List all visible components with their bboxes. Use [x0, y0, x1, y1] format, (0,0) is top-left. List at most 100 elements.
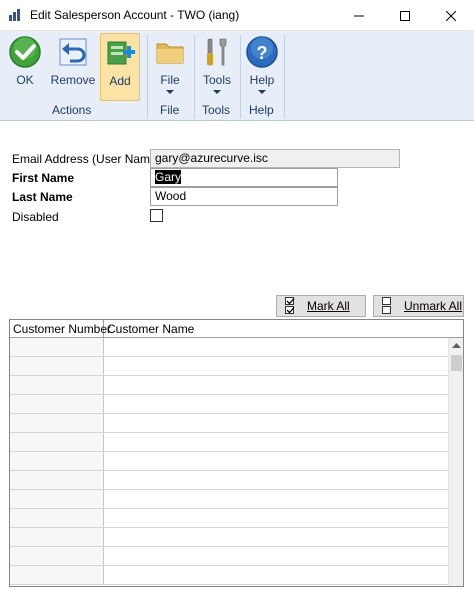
first-name-value: Gary	[155, 170, 182, 184]
table-row[interactable]	[10, 566, 448, 585]
vertical-scrollbar[interactable]	[448, 338, 463, 586]
cell-customer-name[interactable]	[104, 395, 448, 413]
cell-customer-name[interactable]	[104, 414, 448, 432]
table-row[interactable]	[10, 376, 448, 395]
mark-all-button[interactable]: Mark All	[276, 295, 366, 317]
cell-customer-number[interactable]	[10, 566, 104, 584]
cell-customer-name[interactable]	[104, 376, 448, 394]
tools-menu-button[interactable]: Tools	[196, 33, 238, 95]
email-field[interactable]: gary@azurecurve.isc	[150, 149, 400, 168]
close-button[interactable]	[428, 0, 474, 31]
cell-customer-number[interactable]	[10, 452, 104, 470]
chevron-down-icon	[258, 90, 266, 94]
folder-icon	[156, 43, 184, 64]
cell-customer-number[interactable]	[10, 357, 104, 375]
file-label: File	[160, 73, 180, 87]
cell-customer-number[interactable]	[10, 433, 104, 451]
minimize-icon	[354, 15, 364, 16]
last-name-label: Last Name	[12, 190, 73, 204]
cell-customer-number[interactable]	[10, 376, 104, 394]
scroll-up-button[interactable]	[449, 338, 463, 353]
checked-boxes-icon	[283, 297, 297, 315]
disabled-label: Disabled	[12, 210, 59, 224]
chevron-down-icon	[213, 90, 221, 94]
window-title: Edit Salesperson Account - TWO (iang)	[30, 8, 240, 22]
tools-icon	[207, 38, 227, 66]
group-label-help: Help	[249, 103, 274, 117]
column-header-customer-name[interactable]: Customer Name	[104, 320, 463, 338]
mark-all-label: Mark All	[307, 299, 350, 313]
group-separator	[240, 35, 241, 119]
minimize-button[interactable]	[336, 0, 382, 31]
cell-customer-number[interactable]	[10, 395, 104, 413]
table-row[interactable]	[10, 509, 448, 528]
ribbon: OK Remove Add File Tools ? Help Actions …	[0, 31, 474, 121]
title-bar: Edit Salesperson Account - TWO (iang)	[0, 0, 474, 31]
group-separator	[147, 35, 148, 119]
first-name-field[interactable]: Gary	[150, 168, 338, 187]
cell-customer-number[interactable]	[10, 547, 104, 565]
last-name-value: Wood	[155, 189, 187, 203]
cell-customer-name[interactable]	[104, 528, 448, 546]
first-name-label: First Name	[12, 171, 75, 185]
grid-header: Customer Number Customer Name	[10, 320, 463, 338]
cell-customer-name[interactable]	[104, 452, 448, 470]
cell-customer-name[interactable]	[104, 433, 448, 451]
account-form: Email Address (User Name) gary@azurecurv…	[0, 122, 474, 300]
cell-customer-number[interactable]	[10, 490, 104, 508]
customer-grid: Customer Number Customer Name	[9, 319, 464, 587]
cell-customer-number[interactable]	[10, 338, 104, 356]
unmark-all-button[interactable]: Unmark All	[373, 295, 464, 317]
add-button[interactable]: Add	[100, 33, 140, 101]
ok-label: OK	[16, 73, 34, 87]
remove-button[interactable]: Remove	[48, 33, 98, 95]
help-icon: ?	[246, 36, 278, 68]
column-header-customer-number[interactable]: Customer Number	[10, 320, 111, 338]
cell-customer-name[interactable]	[104, 338, 448, 356]
group-label-actions: Actions	[52, 103, 92, 117]
cell-customer-number[interactable]	[10, 528, 104, 546]
maximize-icon	[400, 10, 410, 21]
email-label: Email Address (User Name)	[12, 152, 161, 166]
cell-customer-name[interactable]	[104, 357, 448, 375]
email-value: gary@azurecurve.isc	[155, 151, 268, 165]
cell-customer-number[interactable]	[10, 509, 104, 527]
cell-customer-name[interactable]	[104, 547, 448, 565]
file-menu-button[interactable]: File	[150, 33, 190, 95]
chevron-up-icon	[452, 343, 461, 348]
cell-customer-name[interactable]	[104, 566, 448, 584]
tools-label: Tools	[202, 73, 231, 87]
app-icon	[9, 9, 20, 21]
table-row[interactable]	[10, 395, 448, 414]
scrollbar-thumb[interactable]	[451, 355, 462, 371]
cell-customer-number[interactable]	[10, 471, 104, 489]
help-label: Help	[249, 73, 275, 87]
table-row[interactable]	[10, 471, 448, 490]
cell-customer-number[interactable]	[10, 414, 104, 432]
cell-customer-name[interactable]	[104, 490, 448, 508]
table-row[interactable]	[10, 452, 448, 471]
table-row[interactable]	[10, 547, 448, 566]
maximize-button[interactable]	[382, 0, 428, 31]
table-row[interactable]	[10, 414, 448, 433]
table-row[interactable]	[10, 357, 448, 376]
table-row[interactable]	[10, 433, 448, 452]
group-separator	[284, 35, 285, 119]
table-row[interactable]	[10, 338, 448, 357]
undo-arrow-icon	[59, 38, 87, 66]
ok-checkmark-icon	[9, 36, 41, 68]
chevron-down-icon	[166, 90, 174, 94]
close-icon	[446, 10, 456, 21]
cell-customer-name[interactable]	[104, 471, 448, 489]
table-row[interactable]	[10, 490, 448, 509]
cell-customer-name[interactable]	[104, 509, 448, 527]
table-row[interactable]	[10, 528, 448, 547]
group-label-tools: Tools	[202, 103, 231, 117]
last-name-field[interactable]: Wood	[150, 187, 338, 206]
unchecked-boxes-icon	[380, 297, 394, 315]
group-label-file: File	[160, 103, 180, 117]
ok-button[interactable]: OK	[4, 33, 46, 95]
disabled-checkbox[interactable]	[150, 209, 163, 222]
svg-text:?: ?	[257, 43, 268, 63]
help-menu-button[interactable]: ? Help	[242, 33, 282, 95]
